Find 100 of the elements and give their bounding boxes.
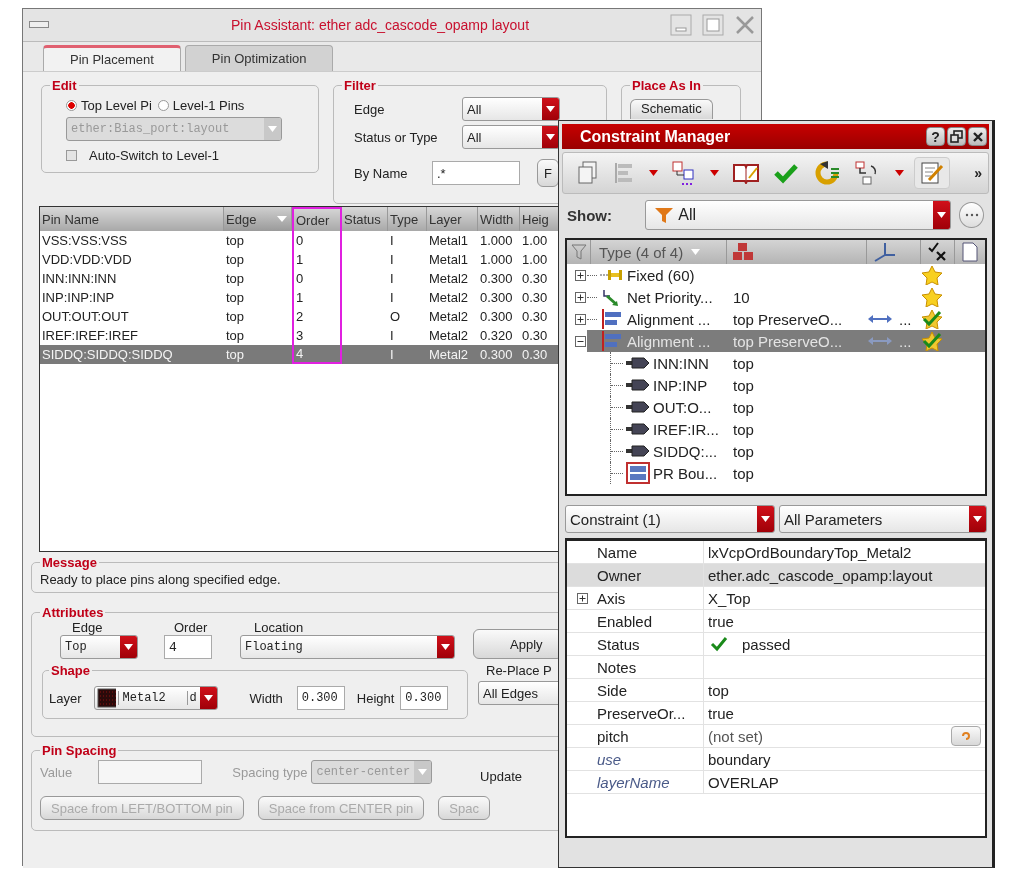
tree-row[interactable]: Fixed (60): [587, 264, 985, 286]
order-field[interactable]: 4: [164, 635, 212, 659]
table-cell: 0.30: [522, 271, 548, 286]
table-cell: Metal1: [429, 252, 469, 267]
table-cell: Metal2: [429, 347, 469, 362]
property-row[interactable]: Status passed: [567, 633, 985, 656]
table-row[interactable]: INN:INN:INN top 0 I Metal2 0.300 0.30: [40, 269, 558, 288]
table-row[interactable]: INP:INP:INP top 1 I Metal2 0.300 0.30: [40, 288, 558, 307]
group-title: Place As In: [631, 78, 702, 93]
property-row[interactable]: PreserveOr... true: [567, 702, 985, 725]
show-dropdown[interactable]: All: [645, 200, 952, 230]
tree-row[interactable]: Net Priority... 10: [587, 286, 985, 308]
location-dropdown[interactable]: Floating: [240, 635, 455, 659]
apply-button[interactable]: Apply: [473, 629, 558, 659]
layer-dropdown[interactable]: Metal2 d: [93, 686, 218, 710]
edge-dropdown[interactable]: Top: [60, 635, 138, 659]
help-button[interactable]: ?: [926, 127, 945, 146]
table-cell: 3: [296, 328, 304, 343]
collapse-icon[interactable]: [575, 335, 586, 347]
bar-icon: [29, 21, 49, 29]
align-icon: [601, 309, 623, 329]
close-button[interactable]: [968, 127, 987, 146]
column-header[interactable]: Status: [342, 207, 388, 231]
property-row[interactable]: Axis X_Top: [567, 587, 985, 610]
caret-icon: [649, 170, 658, 176]
tree-label: SIDDQ:...: [653, 442, 719, 460]
input-field[interactable]: .*: [432, 161, 520, 185]
column-header[interactable]: Type: [388, 207, 427, 231]
property-value: passed: [742, 635, 791, 653]
expand-icon[interactable]: [575, 269, 586, 281]
column-header[interactable]: Edge: [224, 207, 292, 231]
checkbox[interactable]: [66, 149, 77, 161]
table-cell: I: [390, 271, 394, 286]
column-header[interactable]: Width: [478, 207, 520, 231]
sort-icon: [277, 216, 287, 222]
column-header[interactable]: Order: [292, 207, 342, 231]
radio-label: Top Level Pi: [81, 97, 152, 113]
table-row[interactable]: VSS:VSS:VSS top 0 I Metal1 1.000 1.00: [40, 231, 558, 250]
property-row[interactable]: use boundary: [567, 748, 985, 771]
height-field[interactable]: 0.300: [400, 686, 449, 710]
schematic-button[interactable]: Schematic: [630, 99, 713, 119]
table-cell: top: [226, 309, 245, 324]
double-arrow-icon: [867, 336, 893, 346]
expand-icon[interactable]: [576, 592, 588, 604]
field-label: Update: [480, 769, 522, 784]
clamp-icon: [600, 268, 624, 282]
table-cell: 0.30: [522, 290, 548, 305]
maximize-icon: [702, 14, 724, 36]
caret-icon: [441, 644, 450, 650]
dropdown[interactable]: All: [462, 125, 560, 149]
property-row[interactable]: Side top: [567, 679, 985, 702]
table-cell: 0.320: [480, 328, 513, 343]
value-field[interactable]: [98, 760, 203, 784]
field-label: Re-Place P: [485, 663, 553, 678]
property-name: layerName: [597, 773, 670, 791]
column-header[interactable]: Layer: [427, 207, 478, 231]
table-cell: 1.00: [522, 233, 548, 248]
filter-button[interactable]: F: [537, 159, 559, 187]
reset-button[interactable]: [951, 726, 981, 746]
tree-value: top: [733, 398, 754, 416]
table-cell: I: [390, 290, 394, 305]
table-row[interactable]: SIDDQ:SIDDQ:SIDDQ top 4 I Metal2 0.300 0.30: [40, 345, 558, 364]
property-name: use: [597, 750, 622, 768]
column-header[interactable]: Type (4 of 4): [599, 243, 684, 261]
property-row[interactable]: Owner ether.adc_cascode_opamp:layout: [567, 564, 985, 587]
more-button[interactable]: [959, 202, 984, 228]
property-row[interactable]: Enabled true: [567, 610, 985, 633]
pin-icon: [625, 444, 651, 458]
group-title: Attributes: [41, 605, 105, 620]
width-field[interactable]: 0.300: [296, 686, 345, 710]
tree-value: top: [733, 442, 754, 460]
table-row[interactable]: VDD:VDD:VDD top 1 I Metal1 1.000 1.00: [40, 250, 558, 269]
check-cross-icon: [927, 242, 948, 262]
group-title: Shape: [50, 663, 91, 678]
restore-button[interactable]: [947, 127, 966, 146]
expand-icon[interactable]: [575, 291, 586, 303]
window-title: Pin Assistant: ether adc_cascode_opamp layout: [229, 17, 531, 33]
radio-button[interactable]: [157, 99, 169, 111]
constraint-dropdown[interactable]: Constraint (1): [565, 505, 775, 533]
table-cell: VSS:VSS:VSS: [42, 233, 128, 248]
property-row[interactable]: Notes: [567, 656, 985, 679]
property-row[interactable]: pitch (not set): [567, 725, 985, 748]
property-row[interactable]: layerName OVERLAP: [567, 771, 985, 794]
tab[interactable]: Pin Optimization: [184, 45, 334, 71]
axis-icon: [873, 242, 897, 262]
replace-dropdown[interactable]: All Edges: [478, 681, 558, 705]
tree-label: INP:INP: [653, 376, 709, 394]
edit-icon[interactable]: [914, 157, 950, 189]
dropdown[interactable]: All: [462, 97, 560, 121]
tab[interactable]: Pin Placement: [43, 45, 181, 71]
caret-icon: [268, 126, 277, 132]
property-name: Status: [597, 635, 640, 653]
table-cell: Metal2: [429, 328, 469, 343]
radio-button[interactable]: [66, 99, 77, 111]
overflow-chevron[interactable]: »: [974, 165, 982, 181]
expand-icon[interactable]: [575, 313, 586, 325]
table-row[interactable]: OUT:OUT:OUT top 2 O Metal2 0.300 0.30: [40, 307, 558, 326]
field-label: Show:: [567, 206, 613, 224]
table-cell: 0: [296, 233, 304, 248]
parameters-dropdown[interactable]: All Parameters: [779, 505, 987, 533]
